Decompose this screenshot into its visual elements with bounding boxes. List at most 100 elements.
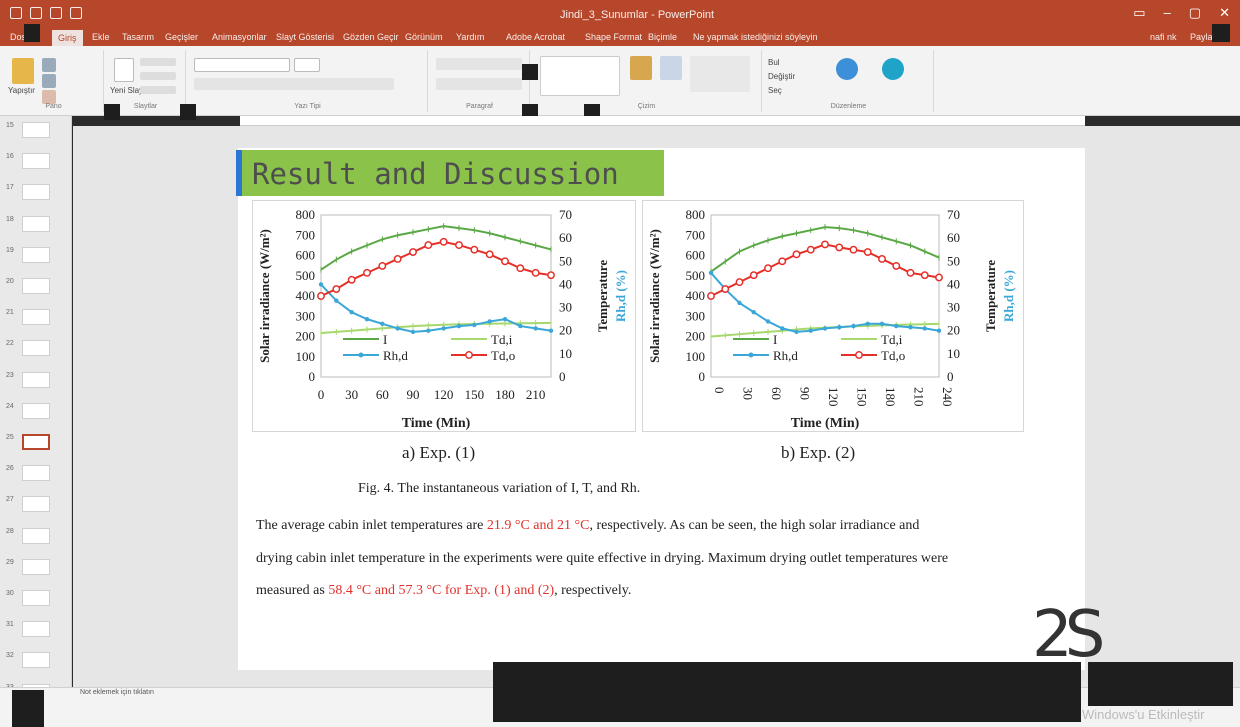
cut-icon[interactable] xyxy=(42,58,56,72)
slide-thumbnail[interactable] xyxy=(22,122,50,138)
copy-icon[interactable] xyxy=(42,74,56,88)
chart-exp2[interactable]: 0 100 200 300 400 500 600 700 800 0 10 20 30 40 50 60 70… xyxy=(642,200,1024,432)
shape-fill-outline[interactable] xyxy=(690,56,750,92)
series-line-Td,o xyxy=(710,243,940,297)
series-point xyxy=(533,326,538,331)
reset-icon[interactable] xyxy=(140,72,176,80)
adobe-icon[interactable] xyxy=(836,58,858,80)
format-painter-icon[interactable] xyxy=(42,90,56,104)
slide-thumbnail[interactable] xyxy=(22,215,50,232)
y-tick-label: 500 xyxy=(686,268,706,283)
x-tick-label: 120 xyxy=(434,387,454,402)
paste-icon[interactable] xyxy=(12,58,34,84)
replace-button[interactable]: Değiştir xyxy=(768,72,795,81)
ribbon-tabs: Dosya Giriş Ekle Tasarım Geçişler Animasyonla… xyxy=(0,30,1240,46)
y-tick-label: 300 xyxy=(686,308,706,323)
minimize-button[interactable]: – xyxy=(1164,5,1171,21)
tab-8[interactable]: Görünüm xyxy=(405,32,443,42)
series-point xyxy=(780,326,785,331)
series-point xyxy=(393,255,402,263)
para-text: measured as xyxy=(256,583,329,598)
slide-thumbnail[interactable] xyxy=(22,558,50,575)
y-tick-label: 700 xyxy=(686,227,706,242)
y-tick-label: 800 xyxy=(686,207,706,222)
tab-13[interactable]: Ne yapmak istediğinizi söyleyin xyxy=(693,32,818,42)
slide-thumbnail[interactable] xyxy=(22,153,50,170)
list-buttons[interactable] xyxy=(436,58,522,70)
slide-thumbnail[interactable] xyxy=(22,590,50,606)
tab-12[interactable]: Biçimle xyxy=(648,32,677,42)
series-point xyxy=(922,326,927,331)
user-name[interactable]: nafi nk xyxy=(1150,32,1177,42)
legend-marker xyxy=(855,351,863,359)
slide-heading[interactable]: Result and Discussion xyxy=(236,150,664,196)
tab-1[interactable]: Giriş xyxy=(52,30,83,46)
series-point xyxy=(347,275,356,284)
arrange-icon[interactable] xyxy=(630,56,652,80)
find-button[interactable]: Bul xyxy=(768,58,780,67)
legend-label: I xyxy=(773,332,777,347)
select-button[interactable]: Seç xyxy=(768,86,782,95)
series-point xyxy=(737,300,742,306)
x-tick-label: 30 xyxy=(741,387,756,400)
close-button[interactable]: ✕ xyxy=(1219,5,1230,21)
y2-axis-label: Temperature xyxy=(983,260,998,332)
slide-thumbnail[interactable] xyxy=(22,402,50,419)
slide-thumbnail[interactable] xyxy=(22,371,50,388)
series-point xyxy=(708,270,714,276)
tab-7[interactable]: Gözden Geçir xyxy=(343,32,399,42)
slide-thumbnail[interactable] xyxy=(22,652,50,669)
series-point xyxy=(908,325,913,330)
slide-thumbnail[interactable] xyxy=(22,246,50,263)
undo-icon[interactable] xyxy=(30,7,42,19)
y2-tick-label: 60 xyxy=(947,230,960,245)
tab-3[interactable]: Tasarım xyxy=(122,32,154,42)
ribbon-options-icon[interactable]: ▭ xyxy=(1133,5,1145,21)
maximize-button[interactable]: ▢ xyxy=(1189,5,1201,21)
slide-thumbnail[interactable] xyxy=(22,621,50,638)
present-icon[interactable] xyxy=(70,7,82,19)
notes-pane[interactable]: Not eklemek için tıklatın xyxy=(80,689,154,696)
redo-icon[interactable] xyxy=(50,7,62,19)
slide-thumbnails-pane[interactable]: 15161718192021222324252627282930313233 xyxy=(0,116,72,700)
tab-9[interactable]: Yardım xyxy=(456,32,484,42)
slide-thumbnail[interactable] xyxy=(22,527,50,544)
section-icon[interactable] xyxy=(140,86,176,94)
slide-thumbnail[interactable] xyxy=(22,496,50,513)
align-buttons[interactable] xyxy=(436,78,522,90)
tab-2[interactable]: Ekle xyxy=(92,32,110,42)
series-point xyxy=(920,271,929,280)
series-point xyxy=(470,245,479,254)
new-slide-icon[interactable] xyxy=(114,58,134,82)
paste-label[interactable]: Yapıştır xyxy=(8,86,35,95)
y2-tick-label: 0 xyxy=(559,369,566,384)
designer-icon[interactable] xyxy=(882,58,904,80)
y2-tick-label: 70 xyxy=(559,207,572,222)
para-highlight: 21.9 °C and 21 °C xyxy=(486,518,590,533)
tab-10[interactable]: Adobe Acrobat xyxy=(506,32,565,42)
tab-11[interactable]: Shape Format xyxy=(585,32,642,42)
font-name-dropdown[interactable] xyxy=(194,58,290,72)
slide-thumbnail[interactable] xyxy=(22,340,50,357)
series-point xyxy=(334,298,339,303)
slide-thumbnail[interactable] xyxy=(22,184,50,201)
series-point xyxy=(835,243,844,252)
quick-styles-icon[interactable] xyxy=(660,56,682,80)
thumbnail-number: 28 xyxy=(6,527,14,535)
slide-thumbnail[interactable] xyxy=(22,434,50,450)
slide-thumbnail[interactable] xyxy=(22,309,50,326)
chart-exp1[interactable]: 0 100 200 300 400 500 600 700 800 0 10 20 30 40 50 60 70… xyxy=(252,200,636,432)
tab-6[interactable]: Slayt Gösterisi xyxy=(276,32,334,42)
slide-thumbnail[interactable] xyxy=(22,465,50,482)
layout-icon[interactable] xyxy=(140,58,176,66)
y-tick-label: 200 xyxy=(296,329,316,344)
font-size-dropdown[interactable] xyxy=(294,58,320,72)
tab-4[interactable]: Geçişler xyxy=(165,32,198,42)
series-point xyxy=(363,268,371,277)
slide-thumbnail[interactable] xyxy=(22,278,50,294)
tab-5[interactable]: Animasyonlar xyxy=(212,32,267,42)
save-icon[interactable] xyxy=(10,7,22,19)
y-tick-label: 300 xyxy=(296,308,316,323)
font-format-buttons[interactable] xyxy=(194,78,394,90)
shapes-gallery[interactable] xyxy=(540,56,620,96)
